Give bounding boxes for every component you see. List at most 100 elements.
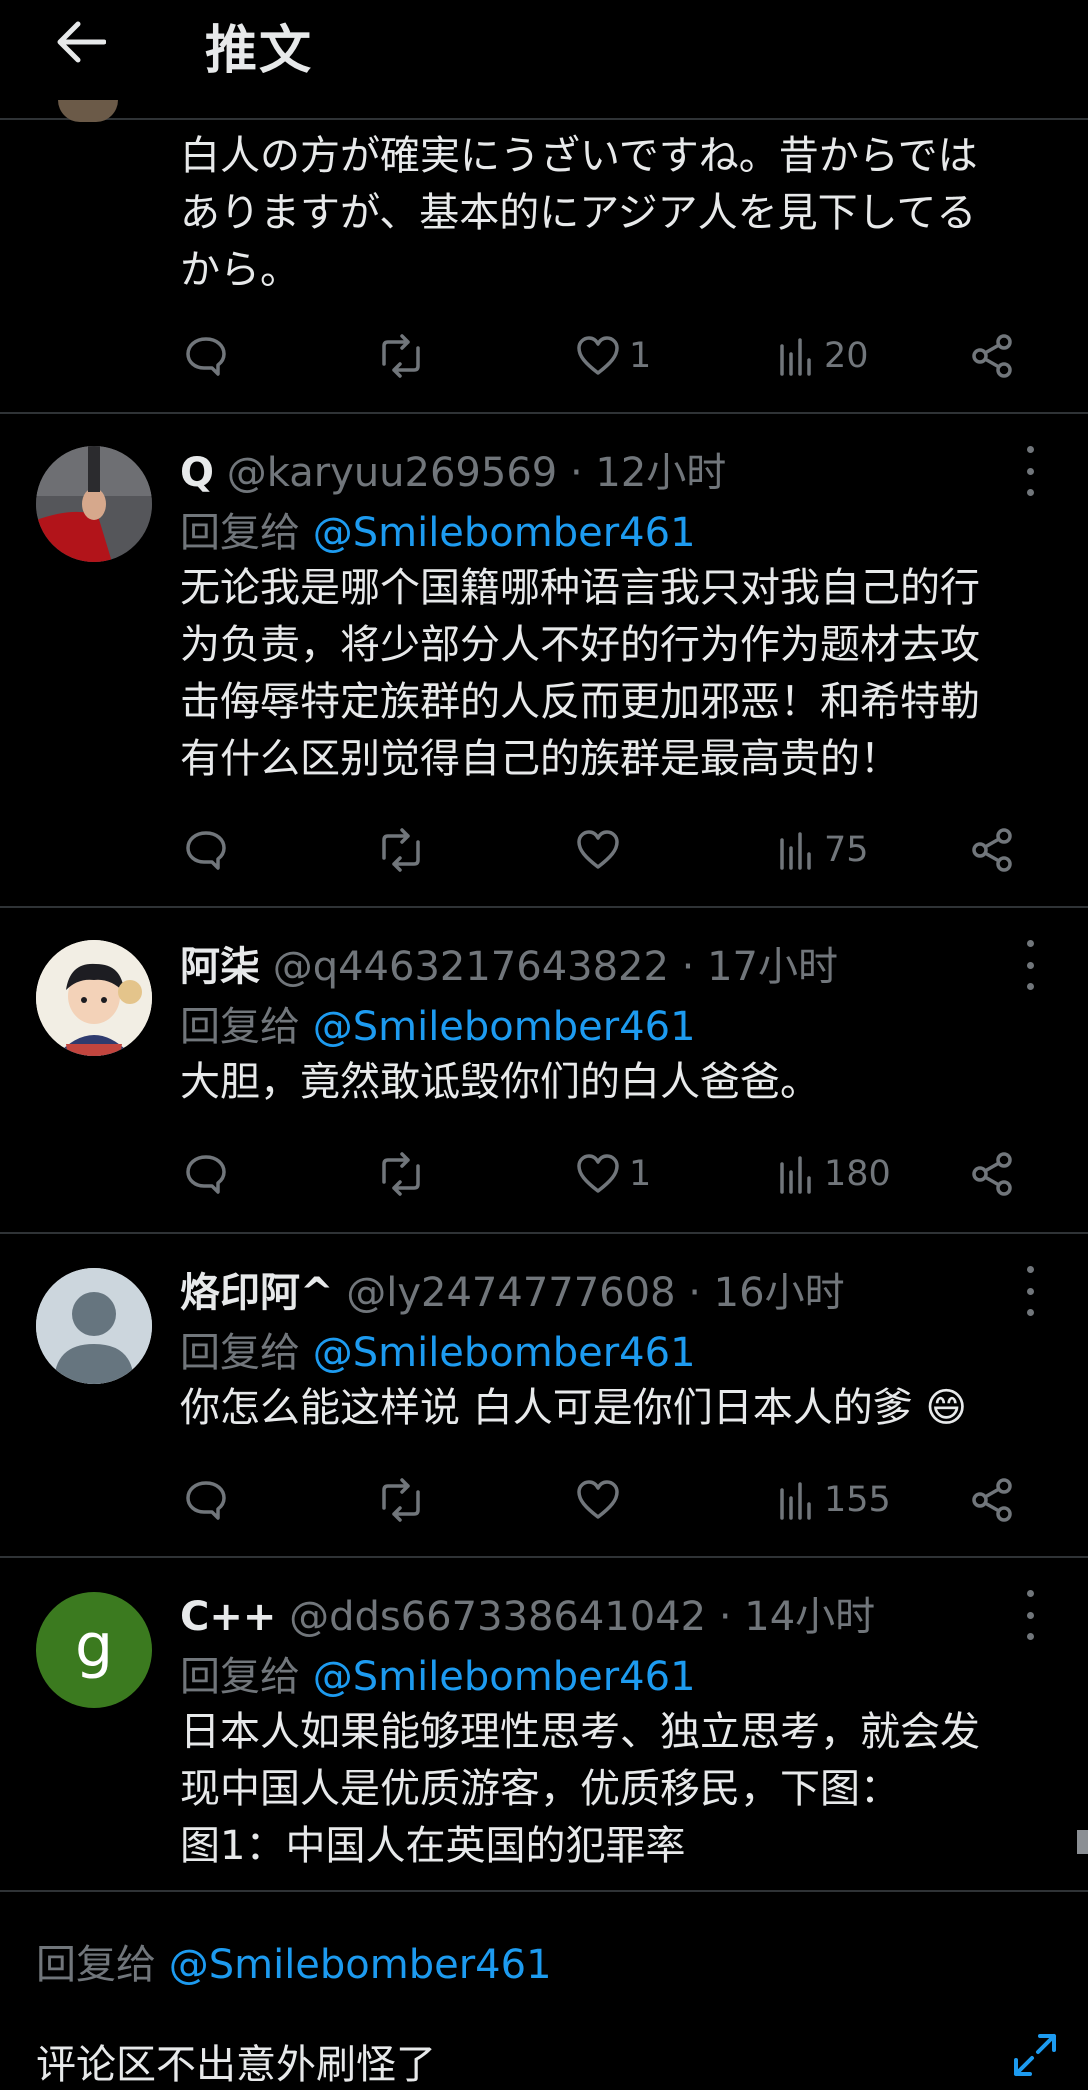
retweet-icon (382, 1478, 420, 1522)
share-button[interactable] (970, 1144, 1016, 1204)
more-options-button[interactable] (1020, 1266, 1040, 1316)
more-options-button[interactable] (1020, 1590, 1040, 1640)
view-count: 155 (824, 1480, 891, 1520)
display-name[interactable]: Q (180, 450, 214, 496)
views-chart-icon (780, 338, 811, 376)
views-button[interactable]: 180 (776, 1144, 891, 1204)
user-handle[interactable]: @karyuu269569 (227, 450, 558, 496)
tweet-reply[interactable]: g C++ @dds667338641042 · 14小时 回复给 @Smile… (0, 1556, 1088, 1892)
user-handle[interactable]: @ly2474777608 (346, 1270, 675, 1316)
views-chart-icon (780, 1156, 811, 1194)
tweet-text: 日本人如果能够理性思考、独立思考，就会发 现中国人是优质游客，优质移民，下图： … (180, 1709, 980, 1869)
tweet-reply[interactable]: 烙印阿^ @ly2474777608 · 16小时 回复给 @Smilebomb… (0, 1232, 1088, 1558)
view-count: 180 (824, 1154, 891, 1194)
share-button[interactable] (970, 820, 1016, 880)
heart-icon (577, 336, 619, 375)
display-name[interactable]: 阿柒 (180, 944, 260, 990)
views-chart-icon (780, 832, 811, 870)
tweet-text: 白人の方が確実にうざいですね。昔からでは ありますが、基本的にアジア人を見下して… (180, 133, 978, 293)
avatar[interactable] (36, 1268, 152, 1384)
avatar[interactable] (36, 940, 152, 1056)
more-options-button[interactable] (1020, 446, 1040, 496)
tweet-meta: C++ @dds667338641042 · 14小时 (180, 1584, 875, 1642)
heart-icon (577, 1154, 619, 1193)
like-button[interactable] (575, 1470, 629, 1530)
timestamp[interactable]: 16小时 (714, 1270, 845, 1316)
scrollbar-thumb[interactable] (1077, 1830, 1088, 1854)
default-avatar-icon (36, 1268, 152, 1384)
reply-button[interactable] (184, 820, 228, 880)
back-arrow-icon (57, 21, 106, 63)
avatar[interactable]: g (36, 1592, 152, 1708)
separator-dot: · (688, 1270, 701, 1316)
reply-context: 回复给 @Smilebomber461 (180, 1654, 696, 1700)
more-dots-icon (1026, 1266, 1034, 1273)
back-button[interactable] (50, 12, 110, 72)
views-button[interactable]: 155 (776, 1470, 891, 1530)
tweet-actions: 75 (180, 820, 1030, 880)
view-count: 75 (824, 830, 869, 870)
share-icon (972, 1478, 1012, 1522)
more-dots-icon (1026, 1590, 1034, 1597)
reply-context: 回复给 @Smilebomber461 (36, 1942, 552, 1988)
retweet-button[interactable] (376, 820, 426, 880)
tweet-reply[interactable]: 白人の方が確実にうざいですね。昔からでは ありますが、基本的にアジア人を見下して… (0, 118, 1088, 414)
expand-composer-button[interactable] (1010, 2030, 1060, 2080)
like-button[interactable] (575, 820, 629, 880)
more-options-button[interactable] (1020, 940, 1040, 990)
comment-icon (186, 1155, 226, 1194)
top-bar: 推文 (0, 0, 1088, 120)
like-button[interactable]: 1 (575, 326, 651, 386)
tweet-meta: Q @karyuu269569 · 12小时 (180, 440, 726, 498)
like-button[interactable]: 1 (575, 1144, 651, 1204)
avatar[interactable] (36, 446, 152, 562)
heart-icon (577, 830, 619, 869)
timestamp[interactable]: 14小时 (744, 1594, 875, 1640)
user-handle[interactable]: @q4463217643822 (273, 944, 669, 990)
mention-link[interactable]: @Smilebomber461 (313, 1004, 696, 1050)
view-count: 20 (824, 336, 869, 376)
expand-icon (1014, 2034, 1056, 2076)
mention-link[interactable]: @Smilebomber461 (313, 1330, 696, 1376)
retweet-button[interactable] (376, 1470, 426, 1530)
display-name[interactable]: C++ (180, 1594, 276, 1640)
mention-link[interactable]: @Smilebomber461 (169, 1942, 552, 1988)
retweet-icon (382, 334, 420, 378)
reply-context: 回复给 @Smilebomber461 (180, 1004, 696, 1050)
retweet-button[interactable] (376, 1144, 426, 1204)
tweet-reply[interactable]: 阿柒 @q4463217643822 · 17小时 回复给 @Smilebomb… (0, 906, 1088, 1234)
reply-button[interactable] (184, 1144, 228, 1204)
display-name[interactable]: 烙印阿^ (180, 1270, 334, 1316)
timestamp[interactable]: 12小时 (595, 450, 726, 496)
reply-context: 回复给 @Smilebomber461 (180, 510, 696, 556)
user-handle[interactable]: @dds667338641042 (289, 1594, 706, 1640)
mention-link[interactable]: @Smilebomber461 (313, 510, 696, 556)
views-button[interactable]: 75 (776, 820, 869, 880)
tweet-reply[interactable]: Q @karyuu269569 · 12小时 回复给 @Smilebomber4… (0, 412, 1088, 908)
retweet-icon (382, 1152, 420, 1196)
share-icon (972, 334, 1012, 378)
tweet-meta: 烙印阿^ @ly2474777608 · 16小时 (180, 1260, 845, 1318)
share-icon (972, 1152, 1012, 1196)
tweet-meta: 阿柒 @q4463217643822 · 17小时 (180, 934, 838, 992)
avatar-image (36, 446, 152, 562)
tweet-text: 你怎么能这样说 白人可是你们日本人的爹 😄 (180, 1385, 968, 1431)
comment-icon (186, 337, 226, 376)
reply-button[interactable] (184, 1470, 228, 1530)
separator-dot: · (718, 1594, 732, 1640)
retweet-button[interactable] (376, 326, 426, 386)
timestamp[interactable]: 17小时 (707, 944, 838, 990)
share-button[interactable] (970, 1470, 1016, 1530)
tweet-text: 大胆，竟然敢诋毁你们的白人爸爸。 (180, 1059, 820, 1105)
heart-icon (577, 1480, 619, 1519)
reply-input[interactable]: 评论区不出意外刷怪了 (36, 2032, 436, 2090)
reply-button[interactable] (184, 326, 228, 386)
like-count: 1 (629, 1154, 652, 1194)
views-button[interactable]: 20 (776, 326, 869, 386)
share-icon (972, 828, 1012, 872)
mention-link[interactable]: @Smilebomber461 (313, 1654, 696, 1700)
tweet-actions: 1 20 (180, 326, 1030, 386)
share-button[interactable] (970, 326, 1016, 386)
tweet-actions: 1 180 (180, 1144, 1030, 1204)
avatar-letter: g (74, 1611, 114, 1681)
